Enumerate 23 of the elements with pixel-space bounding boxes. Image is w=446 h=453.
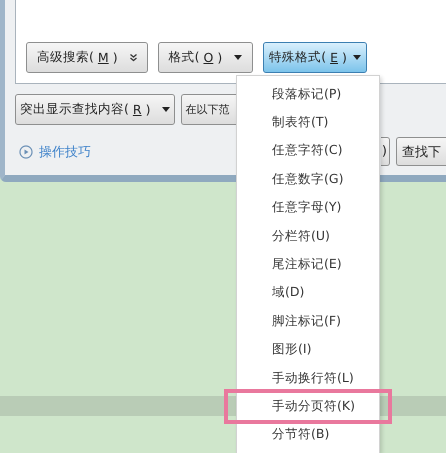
find-next-button[interactable]: 查找下: [396, 137, 446, 166]
menu-item[interactable]: 手动换行符(L): [237, 364, 379, 392]
menu-item[interactable]: 任意字母(Y): [237, 194, 379, 222]
dialog-button[interactable]: ): [380, 137, 390, 166]
tips-link[interactable]: 操作技巧: [39, 142, 91, 160]
play-circle-icon: [19, 144, 33, 158]
dropdown-button[interactable]: 突出显示查找内容( R ): [15, 94, 176, 125]
menu-item[interactable]: 任意字符(C): [237, 136, 379, 166]
dropdown-button[interactable]: 格式( O ): [158, 42, 254, 73]
dropdown-button[interactable]: 高级搜索( M ): [26, 42, 148, 73]
menu-item[interactable]: 分节符(B): [237, 420, 379, 450]
menu-item[interactable]: 域(D): [237, 278, 379, 308]
menu-item[interactable]: 脚注标记(F): [237, 307, 379, 336]
caret-icon: [162, 107, 170, 112]
dropdown-button[interactable]: 特殊格式( E ): [263, 42, 367, 73]
menu-item[interactable]: 图形(I): [237, 336, 379, 364]
menu-item[interactable]: 分栏符(U): [237, 222, 379, 250]
menu-item[interactable]: 任意数字(G): [237, 165, 379, 194]
menu-item[interactable]: 手动分页符(K): [227, 392, 389, 421]
caret-icon: [234, 55, 242, 60]
menu-item[interactable]: 尾注标记(E): [237, 250, 379, 279]
caret-icon: [352, 55, 361, 60]
double-chevron-icon: [130, 53, 137, 62]
